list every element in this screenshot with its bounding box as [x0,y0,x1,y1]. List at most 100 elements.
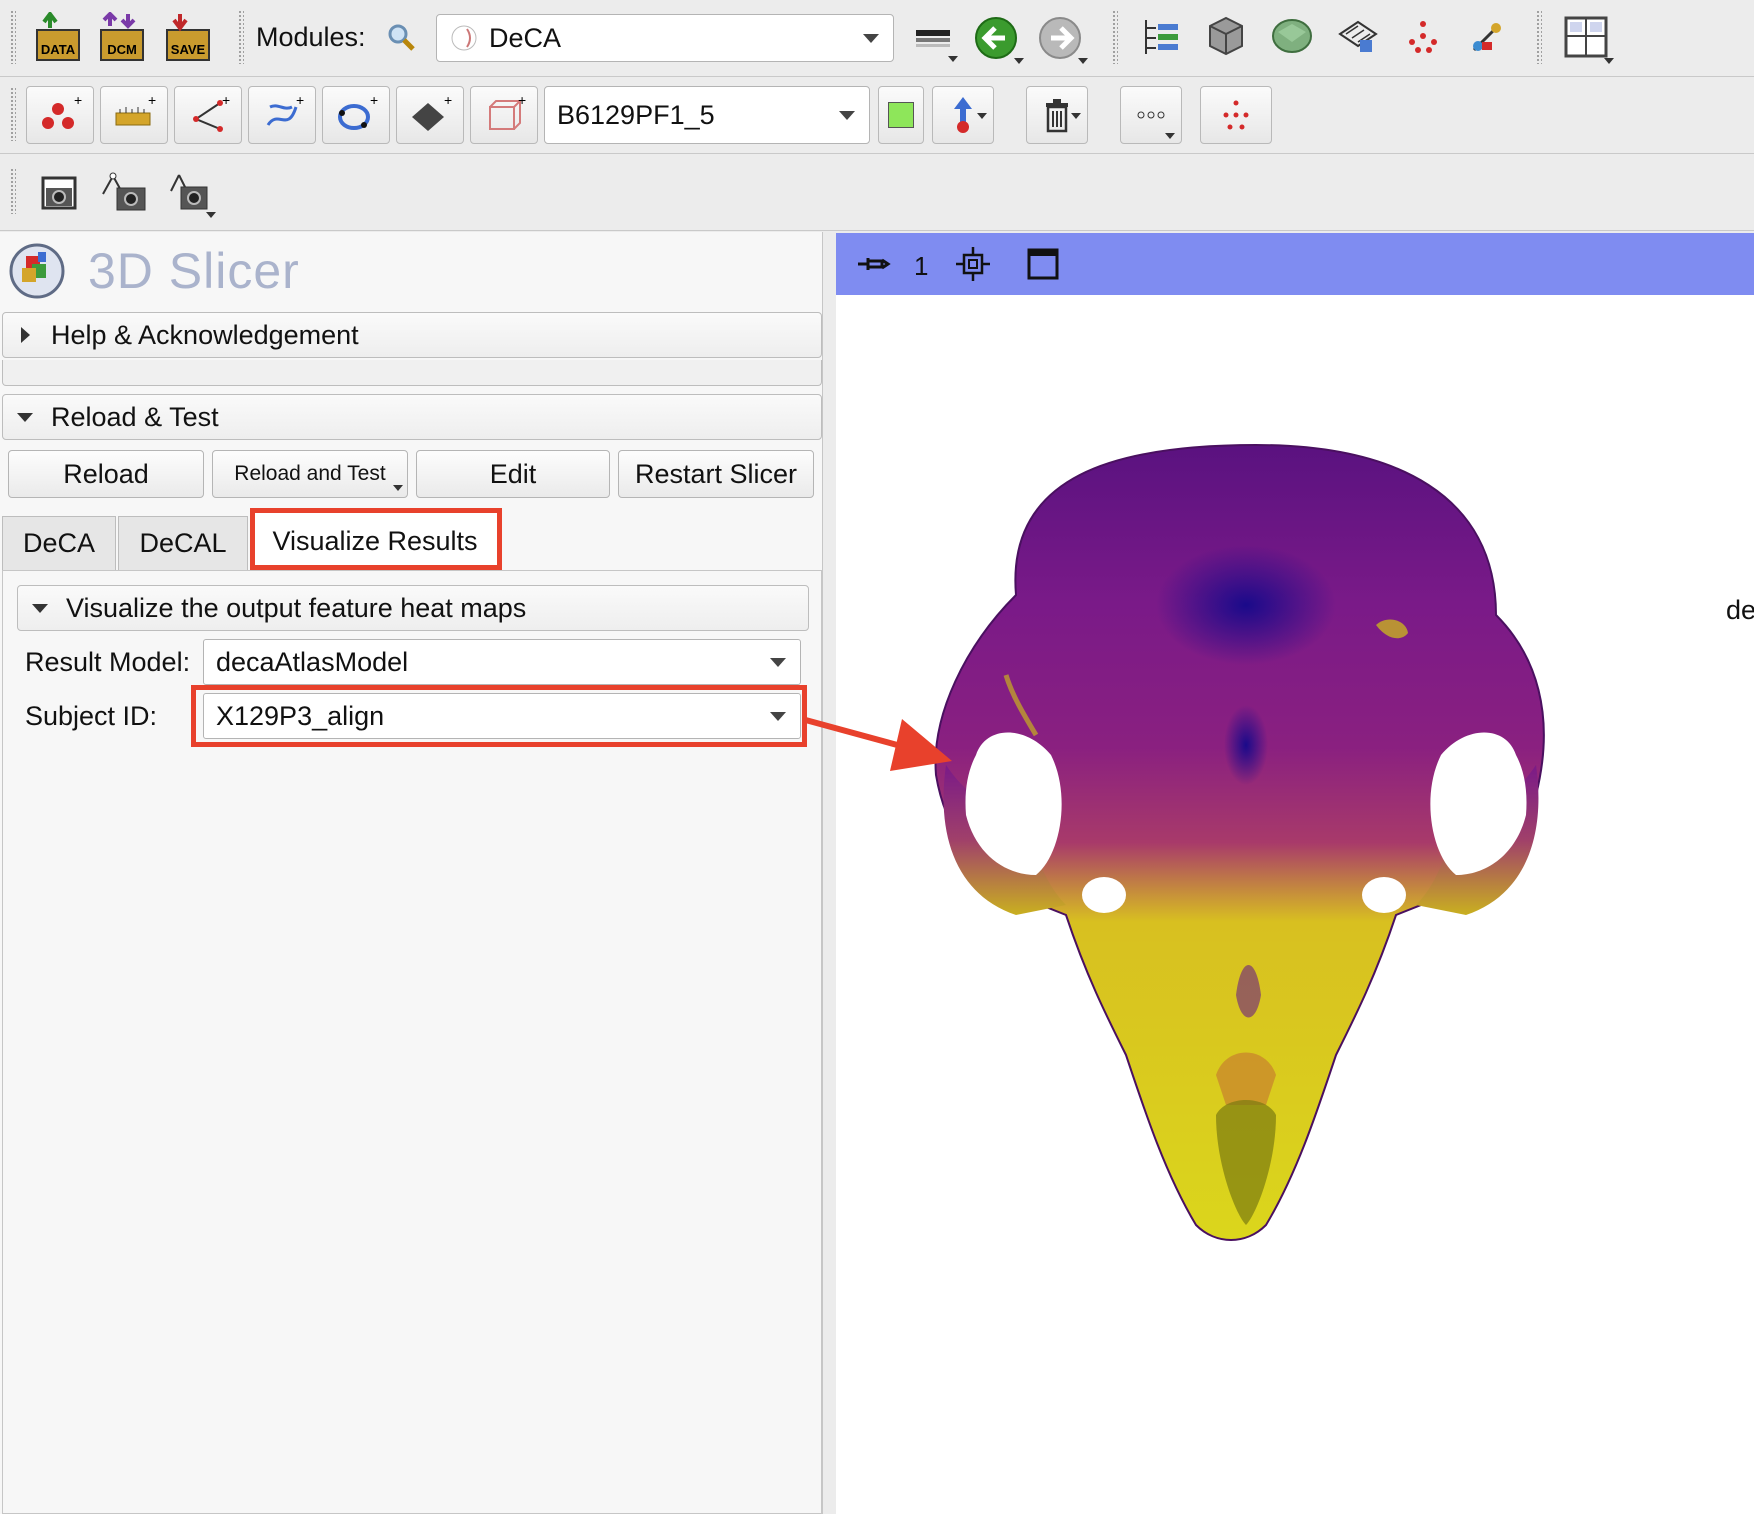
toolbar-grip[interactable] [1536,10,1542,64]
svg-text:+: + [296,95,304,108]
markups-place-icon [1223,100,1249,130]
skull-right-foramen [1362,877,1406,913]
view-controller-bar: 1 [836,233,1754,295]
svg-text:+: + [444,95,452,108]
tab-decal[interactable]: DeCAL [118,516,248,570]
svg-text:+: + [148,95,156,108]
plane-icon: + [412,95,452,131]
place-mode-icon [954,97,972,133]
dcm-icon[interactable]: DCM [98,12,146,64]
markups-place-button[interactable] [1200,86,1272,144]
toolbar-grip[interactable] [238,10,244,64]
toolbar-grip[interactable] [10,168,16,214]
maximize-view-icon[interactable] [1026,247,1060,281]
3d-view[interactable]: de [802,295,1754,1514]
subject-id-label: Subject ID: [25,701,158,731]
more-icon [1137,111,1165,119]
layout-icon[interactable] [1562,14,1614,64]
screenshot-icon[interactable] [38,172,80,214]
callout-arrow [802,716,952,771]
edit-button[interactable]: Edit [416,450,610,498]
svg-text:DATA: DATA [41,42,76,57]
curve-icon: + [266,95,304,126]
markups-toolbar: + + + + + + + B6129PF1_5 [0,77,1754,154]
result-model-combobox[interactable]: decaAtlasModel [203,639,801,685]
point-list-button[interactable]: + [26,86,94,144]
line-button[interactable]: + [100,86,168,144]
toolbar-grip[interactable] [1112,10,1118,64]
screenshot-scene-icon[interactable] [166,170,216,218]
visualize-heatmaps-section[interactable]: Visualize the output feature heat maps [17,585,809,631]
slicer-logo-icon [8,242,66,300]
tab-deca[interactable]: DeCA [2,516,116,570]
point-list-icon: + [42,95,82,129]
tab-highlight-box [250,508,502,570]
main-toolbar: DATA DCM SAVE Modules: DeCA [0,0,1754,77]
closed-curve-icon: + [338,95,378,130]
plane-button[interactable]: + [396,86,464,144]
restart-slicer-button[interactable]: Restart Slicer [618,450,814,498]
data-tree-icon[interactable] [1138,14,1184,60]
layout-toggle-icon[interactable] [912,18,958,62]
toolbar-grip[interactable] [10,87,16,141]
modules-label: Modules: [256,22,366,52]
delete-icon [1046,99,1068,133]
svg-text:+: + [74,95,82,108]
model-icon[interactable] [1268,12,1316,60]
node-color-icon [888,102,914,128]
delete-button[interactable] [1026,86,1088,144]
skull-left-foramen [1082,877,1126,913]
tab-content: Visualize the output feature heat maps R… [2,570,822,1514]
roi-button[interactable]: + [470,86,538,144]
curve-button[interactable]: + [248,86,316,144]
markups-node-value: B6129PF1_5 [557,99,715,130]
reload-section-label: Reload & Test [51,401,219,432]
markups-node-selector[interactable]: B6129PF1_5 [544,86,870,144]
save-icon[interactable]: SAVE [164,12,212,64]
segment-icon[interactable] [1334,12,1382,60]
data-icon[interactable]: DATA [34,12,82,64]
reload-and-test-button[interactable]: Reload and Test [212,450,408,498]
markups-icon[interactable] [1400,14,1446,60]
reload-test-section[interactable]: Reload & Test [2,394,822,440]
screenshot-tree-icon[interactable] [98,170,148,214]
pin-icon[interactable] [854,249,894,279]
svg-text:+: + [222,95,230,108]
volume-icon[interactable] [1202,12,1250,60]
module-combobox[interactable]: DeCA [436,14,894,62]
more-button[interactable] [1120,86,1182,144]
forward-arrow-icon[interactable] [1036,14,1088,64]
closed-curve-button[interactable]: + [322,86,390,144]
skull-heatmap-model[interactable] [836,295,1754,1514]
angle-icon: + [193,95,230,132]
result-model-value: decaAtlasModel [216,646,409,677]
deca-module-icon [451,25,477,51]
view-number: 1 [914,251,929,281]
module-combobox-value: DeCA [489,22,562,53]
place-mode-button[interactable] [932,86,994,144]
reload-button[interactable]: Reload [8,450,204,498]
svg-text:+: + [518,95,526,108]
line-icon: + [115,95,156,126]
reload-and-test-label: Reload and Test [234,462,386,485]
visualize-section-label: Visualize the output feature heat maps [66,592,527,623]
capture-toolbar [0,154,1754,231]
annotation-icon[interactable] [1466,14,1512,60]
module-panel: 3D Slicer Help & Acknowledgement Reload … [0,232,823,1514]
node-color-button[interactable] [878,86,924,144]
app-logo-text: 3D Slicer [88,243,300,299]
help-section-body [2,360,822,386]
center-view-icon[interactable] [954,245,992,283]
subject-id-highlight-box [191,685,807,747]
result-model-label: Result Model: [25,647,191,677]
help-acknowledgement-section[interactable]: Help & Acknowledgement [2,312,822,358]
svg-text:SAVE: SAVE [171,42,206,57]
help-section-label: Help & Acknowledgement [51,319,359,350]
toolbar-grip[interactable] [10,10,16,64]
svg-text:DCM: DCM [107,42,137,57]
angle-button[interactable]: + [174,86,242,144]
roi-icon: + [489,95,526,130]
svg-text:+: + [370,95,378,108]
back-arrow-icon[interactable] [972,14,1024,64]
search-icon[interactable] [384,20,418,54]
